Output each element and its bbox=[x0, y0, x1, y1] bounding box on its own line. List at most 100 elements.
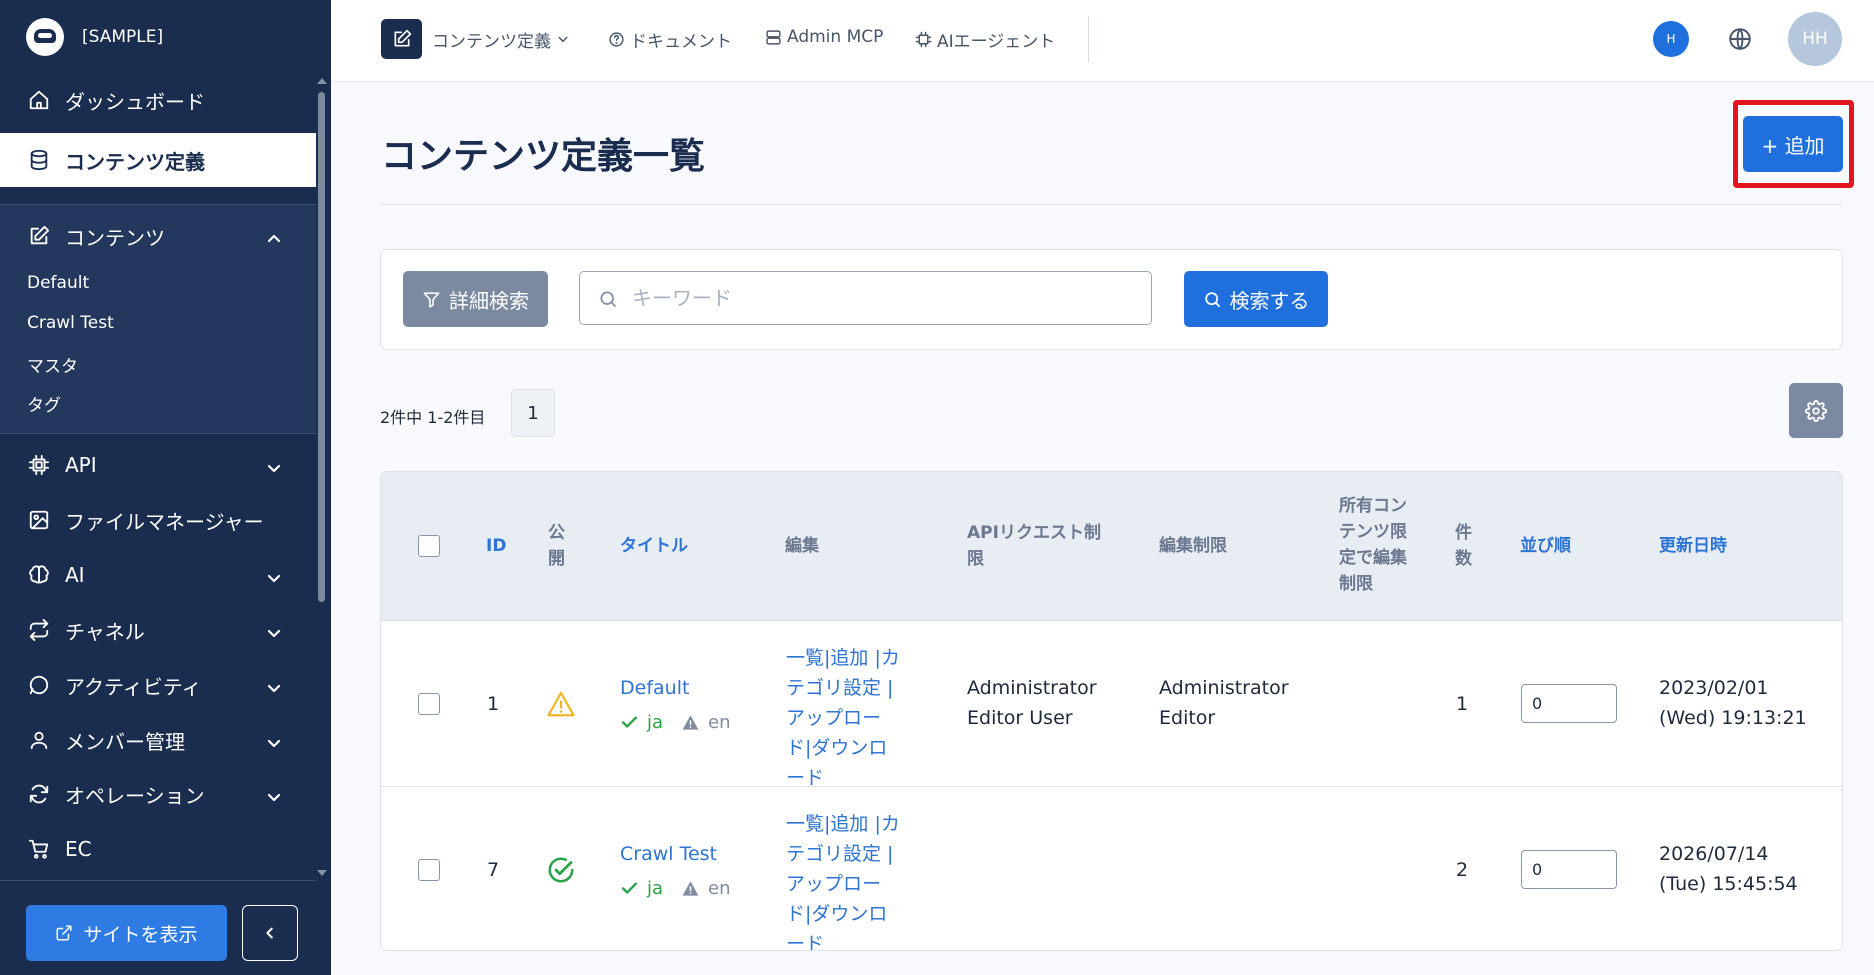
pagination-page[interactable]: 1 bbox=[511, 389, 555, 437]
header-order[interactable]: 並び順 bbox=[1520, 533, 1571, 559]
row-id: 7 bbox=[487, 859, 500, 881]
edit-icon bbox=[394, 29, 411, 47]
header-title[interactable]: タイトル bbox=[620, 533, 688, 559]
sidebar-item-dashboard[interactable]: ダッシュボード bbox=[0, 73, 316, 127]
collapse-sidebar-button[interactable] bbox=[242, 905, 298, 961]
chevron-down-icon bbox=[266, 567, 282, 583]
header-owner-limit: 所有コンテンツ限定で編集制限 bbox=[1339, 496, 1407, 594]
brain-icon bbox=[27, 563, 51, 587]
sidebar-divider bbox=[0, 880, 316, 881]
sidebar-subitem-crawl-test[interactable]: Crawl Test bbox=[27, 313, 114, 333]
row-id: 1 bbox=[487, 693, 500, 715]
search-icon bbox=[1204, 291, 1220, 307]
row-order-input[interactable] bbox=[1521, 684, 1617, 723]
topbar-docs-link[interactable]: ドキュメント bbox=[608, 27, 732, 52]
lang-ja[interactable]: ja bbox=[620, 878, 663, 899]
check-circle-icon bbox=[548, 857, 574, 883]
sidebar-item-content-definitions[interactable]: コンテンツ定義 bbox=[0, 133, 316, 187]
view-site-button[interactable]: サイトを表示 bbox=[26, 905, 227, 961]
table-settings-button[interactable] bbox=[1789, 383, 1843, 438]
user-badge[interactable]: H bbox=[1653, 21, 1689, 57]
sidebar-subitem-default[interactable]: Default bbox=[27, 273, 89, 293]
keyword-input[interactable] bbox=[632, 280, 1132, 316]
database-icon bbox=[27, 148, 51, 172]
chevron-down-icon bbox=[266, 732, 282, 748]
message-icon bbox=[27, 673, 51, 697]
sidebar-item-label: EC bbox=[65, 837, 92, 861]
view-site-label: サイトを表示 bbox=[83, 923, 198, 946]
topbar-content-definitions-dropdown[interactable]: コンテンツ定義 bbox=[432, 27, 569, 52]
lang-en[interactable]: en bbox=[681, 878, 731, 899]
scroll-down-arrow-icon[interactable] bbox=[317, 870, 327, 876]
table-row: 7 Crawl Test ja en 一覧|追加 |カテゴリ設定 |アップロード… bbox=[381, 787, 1842, 950]
sidebar: [SAMPLE] ダッシュボード コンテンツ定義 コンテンツ Default C… bbox=[0, 0, 331, 975]
home-icon bbox=[27, 88, 51, 112]
lang-en-label: en bbox=[708, 878, 731, 899]
sidebar-item-api[interactable]: API bbox=[0, 438, 316, 492]
sidebar-divider bbox=[0, 433, 316, 434]
sidebar-subitem-master[interactable]: マスタ bbox=[27, 352, 78, 377]
repeat-icon bbox=[27, 618, 51, 642]
content-definition-table: ID 公開 タイトル 編集 APIリクエスト制限 編集制限 所有コンテンツ限定で… bbox=[380, 471, 1843, 951]
row-title-link[interactable]: Default bbox=[620, 673, 689, 703]
chevron-down-icon bbox=[551, 30, 569, 50]
row-checkbox[interactable] bbox=[418, 693, 440, 715]
user-icon bbox=[27, 728, 51, 752]
row-updated: 2023/02/01 (Wed) 19:13:21 bbox=[1659, 677, 1807, 729]
sidebar-item-contents[interactable]: コンテンツ bbox=[0, 209, 316, 263]
sidebar-item-channel[interactable]: チャネル bbox=[0, 603, 316, 657]
row-title-link[interactable]: Crawl Test bbox=[620, 839, 717, 869]
sidebar-item-ai[interactable]: AI bbox=[0, 548, 316, 602]
result-count: 2件中 1-2件目 bbox=[380, 408, 486, 427]
topbar-link-label: Admin MCP bbox=[787, 27, 884, 47]
warning-icon bbox=[682, 715, 699, 730]
sidebar-scrollbar[interactable] bbox=[318, 92, 325, 602]
sidebar-subitem-tag[interactable]: タグ bbox=[27, 391, 61, 416]
globe-icon[interactable] bbox=[1727, 26, 1753, 52]
row-updated: 2026/07/14 (Tue) 15:45:54 bbox=[1659, 843, 1798, 895]
header-updated[interactable]: 更新日時 bbox=[1659, 533, 1727, 559]
topbar-edit-button[interactable] bbox=[381, 19, 422, 59]
chevron-down-icon bbox=[266, 622, 282, 638]
sidebar-item-label: ダッシュボード bbox=[65, 89, 205, 114]
avatar[interactable]: HH bbox=[1788, 12, 1842, 66]
table-header: ID 公開 タイトル 編集 APIリクエスト制限 編集制限 所有コンテンツ限定で… bbox=[381, 472, 1842, 621]
lang-en-label: en bbox=[708, 712, 731, 733]
cart-icon bbox=[27, 837, 51, 861]
help-circle-icon bbox=[609, 32, 624, 47]
search-icon bbox=[600, 291, 617, 308]
sidebar-item-label: メンバー管理 bbox=[65, 729, 185, 754]
sidebar-item-members[interactable]: メンバー管理 bbox=[0, 713, 316, 767]
chevron-left-icon bbox=[266, 927, 273, 939]
header-id[interactable]: ID bbox=[486, 533, 506, 559]
search-button[interactable]: 検索する bbox=[1184, 271, 1328, 327]
brand-name: [SAMPLE] bbox=[82, 27, 164, 47]
search-button-label: 検索する bbox=[1229, 288, 1310, 313]
sidebar-item-ec[interactable]: EC bbox=[0, 822, 316, 876]
row-edit-links[interactable]: 一覧|追加 |カテゴリ設定 |アップロード|ダウンロード bbox=[786, 643, 904, 793]
select-all-checkbox[interactable] bbox=[418, 535, 440, 557]
lang-ja[interactable]: ja bbox=[620, 712, 663, 733]
scroll-up-arrow-icon[interactable] bbox=[317, 78, 327, 84]
sidebar-item-activity[interactable]: アクティビティ bbox=[0, 658, 316, 712]
topbar-ai-agent-link[interactable]: AIエージェント bbox=[915, 27, 1055, 52]
lang-en[interactable]: en bbox=[681, 712, 731, 733]
sidebar-item-file-manager[interactable]: ファイルマネージャー bbox=[0, 493, 316, 547]
advanced-search-button[interactable]: 詳細検索 bbox=[403, 271, 548, 327]
topbar-admin-mcp-link[interactable]: Admin MCP bbox=[765, 27, 883, 47]
server-icon bbox=[766, 29, 781, 45]
row-edit-links[interactable]: 一覧|追加 |カテゴリ設定 |アップロード|ダウンロード bbox=[786, 809, 904, 950]
advanced-search-label: 詳細検索 bbox=[449, 288, 529, 313]
sidebar-item-operation[interactable]: オペレーション bbox=[0, 767, 316, 821]
brand[interactable]: [SAMPLE] bbox=[26, 16, 163, 58]
row-count: 2 bbox=[1456, 859, 1469, 881]
keyword-search-field[interactable] bbox=[579, 271, 1152, 325]
warning-icon bbox=[682, 881, 699, 896]
sidebar-item-label: アクティビティ bbox=[65, 674, 202, 699]
row-checkbox[interactable] bbox=[418, 859, 440, 881]
refresh-icon bbox=[27, 782, 51, 806]
add-button[interactable]: + 追加 bbox=[1743, 116, 1843, 172]
check-icon bbox=[621, 882, 638, 894]
header-public: 公開 bbox=[548, 523, 565, 569]
row-order-input[interactable] bbox=[1521, 850, 1617, 889]
